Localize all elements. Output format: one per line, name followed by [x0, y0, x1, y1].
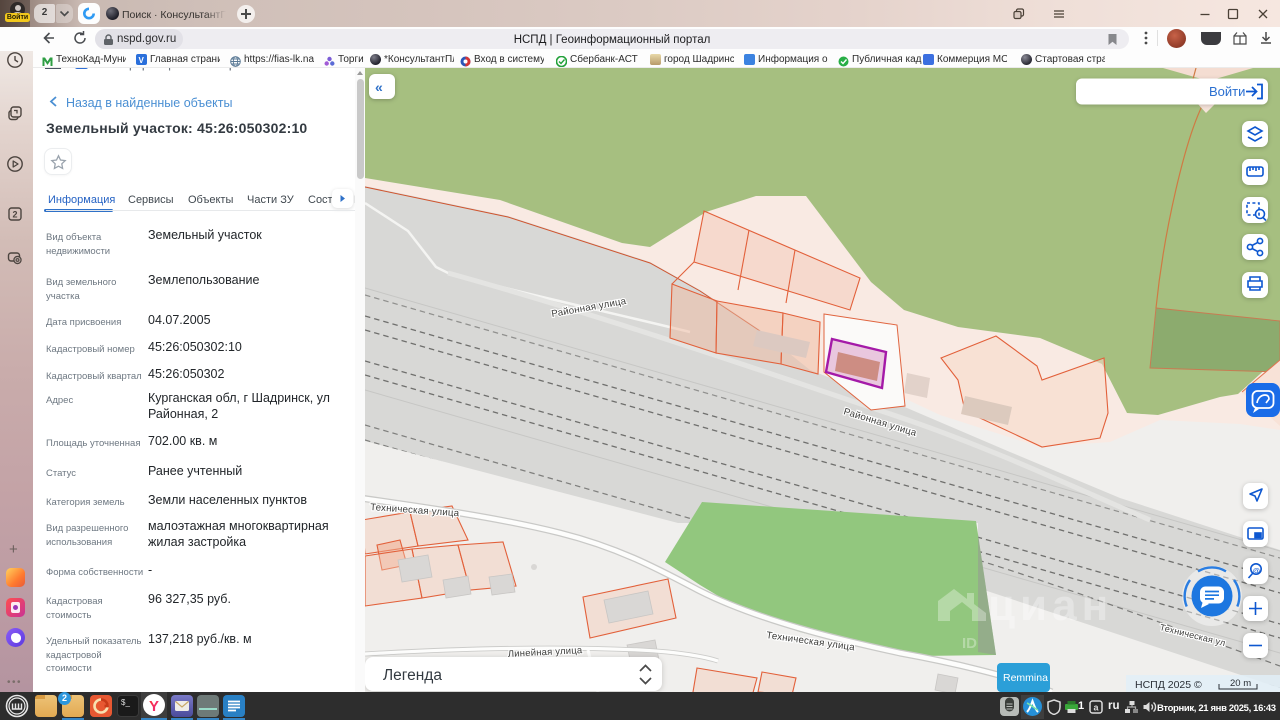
svg-text:Remmina: Remmina — [1003, 672, 1048, 684]
svg-text:НСПД 2025 ©: НСПД 2025 © — [1135, 679, 1202, 691]
svg-text:@: @ — [1253, 567, 1261, 576]
svg-text:Войти: Войти — [1209, 84, 1245, 99]
svg-text:a: a — [1093, 703, 1099, 713]
svg-text:циан: циан — [988, 581, 1113, 630]
svg-text:2: 2 — [12, 210, 17, 220]
svg-text:Легенда: Легенда — [383, 667, 442, 684]
svg-text:«: « — [375, 79, 383, 95]
svg-text:20 m: 20 m — [1230, 678, 1251, 689]
svg-text:ID: ID — [962, 635, 977, 652]
svg-text:Y: Y — [149, 698, 159, 715]
